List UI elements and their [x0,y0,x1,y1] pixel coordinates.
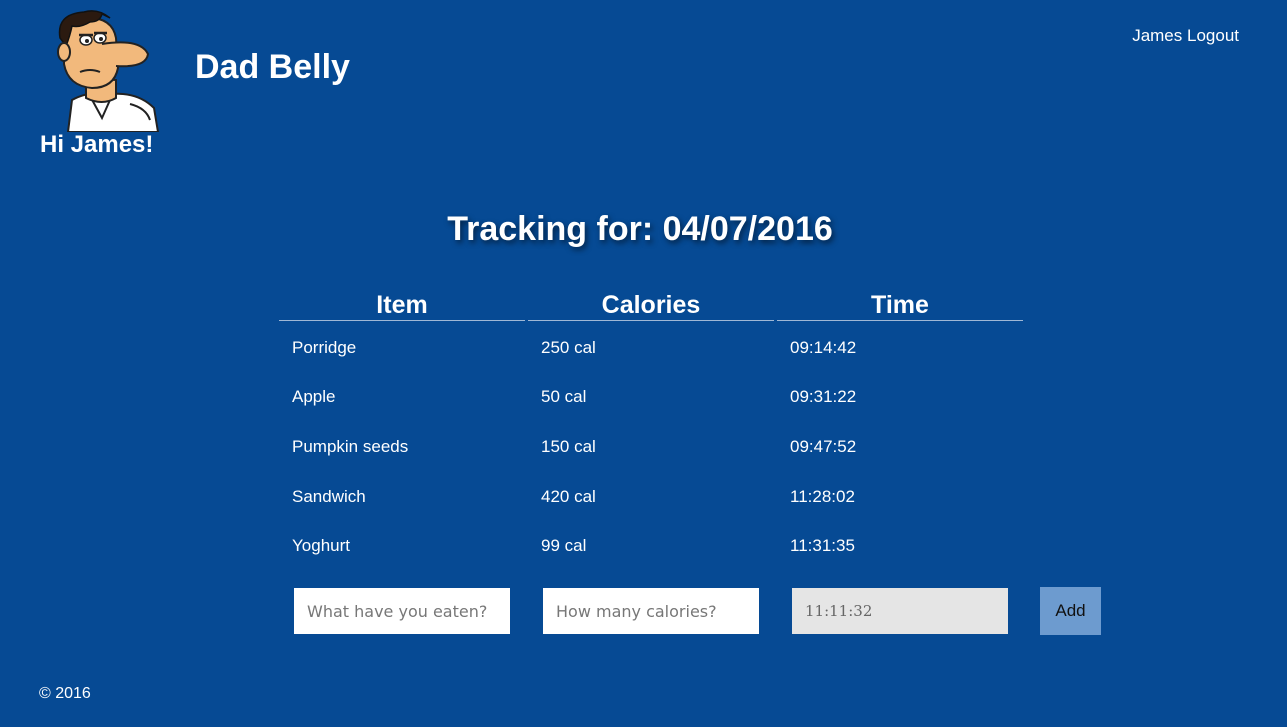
table-row: Pumpkin seeds 150 cal 09:47:52 [279,422,1023,472]
table-row: Yoghurt 99 cal 11:31:35 [279,521,1023,571]
cartoon-dad-icon [57,10,160,133]
table-row: Apple 50 cal 09:31:22 [279,373,1023,423]
tracking-heading: Tracking for: 04/07/2016 [447,210,833,248]
time-cell: 11:28:02 [790,486,855,506]
logo [50,8,162,133]
username: James [1132,26,1183,45]
add-food-form: Add [0,587,1287,635]
table-row: Porridge 250 cal 09:14:42 [279,321,1023,373]
time-cell: 09:47:52 [790,436,857,456]
item-cell: Porridge [292,337,357,357]
add-button[interactable]: Add [1040,587,1101,635]
calories-cell: 50 cal [541,387,587,407]
item-cell: Yoghurt [292,536,350,556]
app-title: Dad Belly [195,48,350,86]
copyright-footer: © 2016 [39,685,91,702]
calories-cell: 250 cal [541,337,596,357]
greeting: Hi James! [40,131,154,158]
table-row: Sandwich 420 cal 11:28:02 [279,472,1023,522]
time-input [792,588,1008,634]
time-cell: 11:31:35 [790,536,855,556]
column-header-calories: Calories [528,284,774,321]
item-cell: Sandwich [292,486,366,506]
logout-link[interactable]: Logout [1187,26,1239,45]
column-header-time: Time [777,284,1023,321]
item-cell: Pumpkin seeds [292,436,409,456]
calories-input[interactable] [543,588,759,634]
column-header-item: Item [279,284,525,321]
user-nav: James Logout [1132,25,1239,47]
food-log-table: Item Calories Time Porridge 250 cal 09:1… [279,284,1023,571]
calories-cell: 150 cal [541,436,596,456]
table-header-row: Item Calories Time [279,284,1023,321]
calories-cell: 420 cal [541,486,596,506]
calories-cell: 99 cal [541,536,587,556]
time-cell: 09:31:22 [790,387,857,407]
time-cell: 09:14:42 [790,337,857,357]
item-cell: Apple [292,387,336,407]
food-item-input[interactable] [294,588,510,634]
